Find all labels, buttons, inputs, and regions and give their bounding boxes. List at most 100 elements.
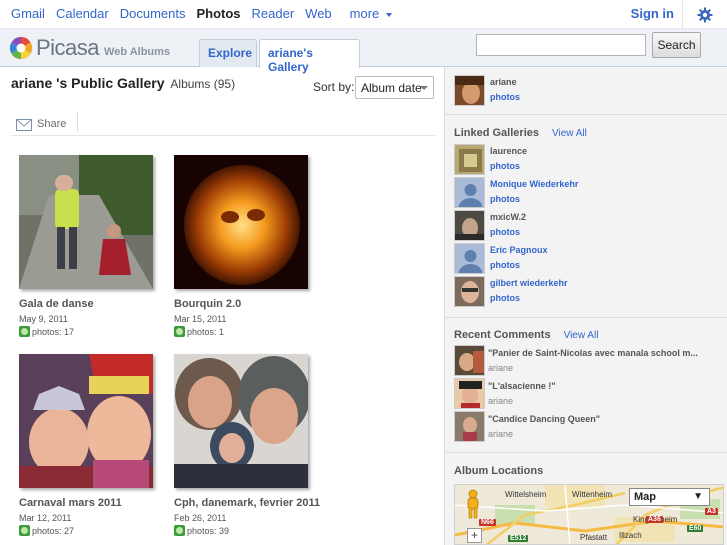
- road-shield: N66: [479, 519, 496, 526]
- linked-galleries-heading: Linked Galleries View All: [454, 127, 587, 139]
- comment-user[interactable]: ariane: [488, 363, 513, 373]
- linked-avatar-photo: [455, 145, 484, 174]
- tab-gallery[interactable]: ariane's Gallery: [259, 39, 360, 74]
- album-card[interactable]: Gala de danse May 9, 2011 photos: 17: [19, 155, 169, 337]
- linked-gallery-item[interactable]: Monique Wiederkehr photos: [454, 177, 724, 209]
- road-shield: E512: [508, 535, 529, 542]
- linked-avatar[interactable]: [454, 144, 485, 175]
- photos-icon: [19, 525, 30, 536]
- share-label: Share: [37, 117, 67, 130]
- linked-view-all-link[interactable]: View All: [552, 128, 587, 139]
- album-photo-family: [174, 354, 308, 488]
- album-name[interactable]: Cph, danemark, fevrier 2011: [174, 496, 324, 511]
- linked-photos-link[interactable]: photos: [490, 161, 520, 171]
- album-card[interactable]: Carnaval mars 2011 Mar 12, 2011 photos: …: [19, 354, 169, 536]
- comment-photo: [455, 379, 484, 408]
- comment-item[interactable]: "L'alsacienne !" ariane: [454, 378, 724, 410]
- linked-name[interactable]: mxicW.2: [490, 212, 526, 222]
- search-input[interactable]: [476, 34, 646, 56]
- comment-text: "Candice Dancing Queen": [488, 414, 601, 424]
- owner-profile[interactable]: ariane photos: [454, 75, 724, 107]
- sort-select[interactable]: Album date: [355, 76, 434, 99]
- envelope-icon: [16, 119, 32, 131]
- chevron-down-icon: [386, 12, 393, 17]
- album-name[interactable]: Bourquin 2.0: [174, 297, 324, 312]
- logo-wordmark: Picasa: [36, 35, 100, 60]
- gbar-link-documents[interactable]: Documents: [120, 6, 186, 21]
- gbar-link-gmail[interactable]: Gmail: [11, 6, 45, 21]
- linked-avatar[interactable]: [454, 210, 485, 241]
- gbar-link-more[interactable]: more: [343, 6, 393, 21]
- linked-gallery-item[interactable]: laurence photos: [454, 144, 724, 176]
- comment-thumbnail[interactable]: [454, 345, 485, 376]
- map-type-select[interactable]: Map ▼: [629, 488, 710, 506]
- comment-user[interactable]: ariane: [488, 429, 513, 439]
- linked-photos-link[interactable]: photos: [490, 260, 520, 270]
- sidebar-divider: [445, 452, 727, 453]
- album-thumbnail[interactable]: [174, 354, 308, 488]
- street-view-pegman-icon[interactable]: [465, 489, 481, 519]
- sidebar-divider: [445, 114, 727, 115]
- linked-gallery-item[interactable]: mxicW.2 photos: [454, 210, 724, 242]
- linked-photos-link[interactable]: photos: [490, 227, 520, 237]
- gbar-link-reader[interactable]: Reader: [252, 6, 295, 21]
- page-title: ariane 's Public Gallery Albums (95): [11, 75, 235, 91]
- linked-avatar[interactable]: [454, 276, 485, 307]
- photos-icon: [174, 525, 185, 536]
- album-count: photos: 17: [19, 326, 169, 337]
- comment-thumbnail[interactable]: [454, 411, 485, 442]
- owner-avatar[interactable]: [454, 75, 485, 106]
- map-zoom-in-button[interactable]: +: [467, 528, 482, 543]
- linked-avatar[interactable]: [454, 243, 485, 274]
- dropdown-triangle-icon: ▼: [693, 491, 703, 502]
- linked-name[interactable]: Eric Pagnoux: [490, 245, 548, 255]
- linked-gallery-item[interactable]: Eric Pagnoux photos: [454, 243, 724, 275]
- owner-photos-link[interactable]: photos: [490, 92, 520, 102]
- comment-text: "Panier de Saint-Nicolas avec manala sch…: [488, 348, 698, 358]
- linked-name[interactable]: gilbert wiederkehr: [490, 278, 568, 288]
- comment-thumbnail[interactable]: [454, 378, 485, 409]
- sign-in-link[interactable]: Sign in: [631, 6, 674, 21]
- album-thumbnail[interactable]: [19, 155, 153, 289]
- share-button[interactable]: Share: [16, 116, 66, 131]
- share-bar: Share: [11, 110, 435, 136]
- gbar-link-photos[interactable]: Photos: [196, 6, 240, 21]
- locations-map[interactable]: Wittelsheim Wittenheim Kingersheim Pfast…: [454, 484, 724, 545]
- linked-galleries-title: Linked Galleries: [454, 127, 539, 139]
- comment-item[interactable]: "Panier de Saint-Nicolas avec manala sch…: [454, 345, 724, 377]
- owner-avatar-photo: [455, 76, 484, 105]
- owner-name[interactable]: ariane: [490, 77, 517, 87]
- linked-name[interactable]: laurence: [490, 146, 527, 156]
- linked-photos-link[interactable]: photos: [490, 293, 520, 303]
- map-label: Wittenheim: [572, 490, 613, 499]
- map-label: Wittelsheim: [505, 490, 547, 499]
- road-shield: A3: [705, 508, 718, 515]
- linked-gallery-item[interactable]: gilbert wiederkehr photos: [454, 276, 724, 308]
- album-locations-title: Album Locations: [454, 465, 544, 477]
- search-button[interactable]: Search: [652, 32, 701, 58]
- gbar-link-web[interactable]: Web: [305, 6, 332, 21]
- linked-name[interactable]: Monique Wiederkehr: [490, 179, 578, 189]
- linked-avatar-photo: [455, 277, 484, 306]
- comment-item[interactable]: "Candice Dancing Queen" ariane: [454, 411, 724, 443]
- albums-count: Albums (95): [170, 77, 236, 91]
- linked-avatar[interactable]: [454, 177, 485, 208]
- google-bar: Gmail Calendar Documents Photos Reader W…: [0, 0, 727, 29]
- album-count: photos: 1: [174, 326, 324, 337]
- linked-photos-link[interactable]: photos: [490, 194, 520, 204]
- gbar-link-calendar[interactable]: Calendar: [56, 6, 109, 21]
- gear-icon: [697, 7, 713, 22]
- album-thumbnail[interactable]: [174, 155, 308, 289]
- album-card[interactable]: Bourquin 2.0 Mar 15, 2011 photos: 1: [174, 155, 324, 337]
- tab-explore[interactable]: Explore: [199, 39, 257, 67]
- comment-user[interactable]: ariane: [488, 396, 513, 406]
- settings-button[interactable]: [682, 0, 727, 29]
- album-name[interactable]: Carnaval mars 2011: [19, 496, 169, 511]
- comments-view-all-link[interactable]: View All: [564, 330, 599, 341]
- album-thumbnail[interactable]: [19, 354, 153, 488]
- album-date: Feb 26, 2011: [174, 513, 227, 523]
- album-date: May 9, 2011: [19, 314, 68, 324]
- album-card[interactable]: Cph, danemark, fevrier 2011 Feb 26, 2011…: [174, 354, 324, 536]
- album-name[interactable]: Gala de danse: [19, 297, 169, 312]
- picasa-logo[interactable]: Picasa Web Albums: [9, 35, 170, 61]
